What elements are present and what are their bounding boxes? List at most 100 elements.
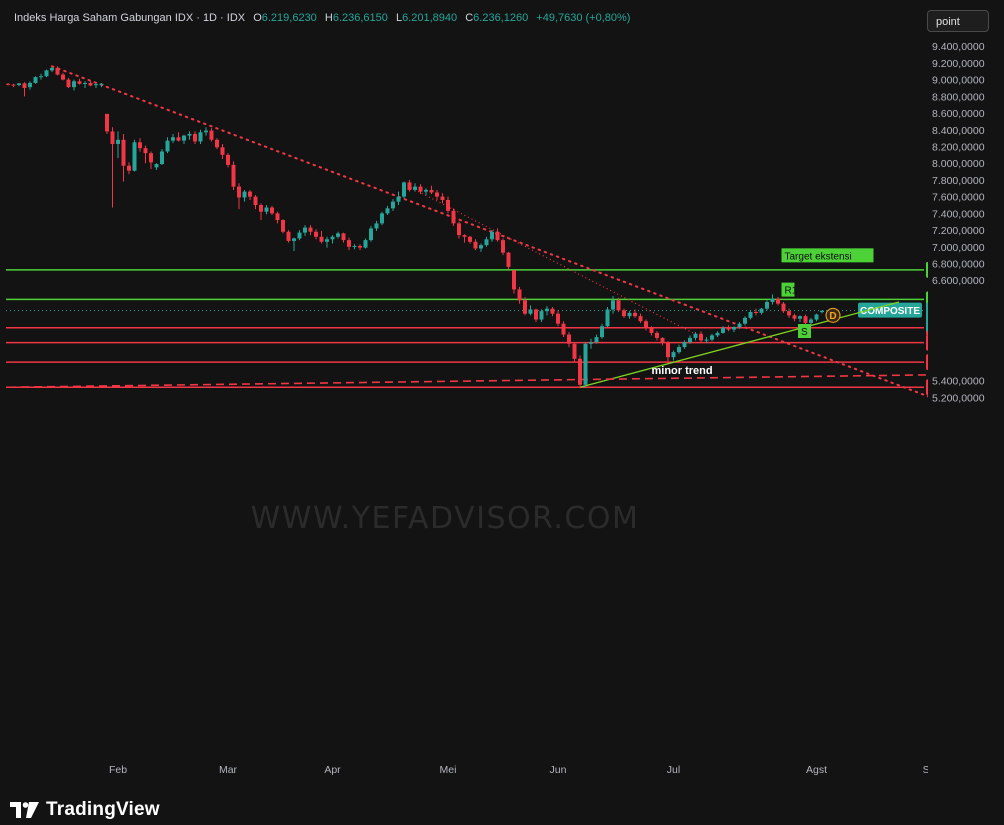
time-axis[interactable]: FebMarAprMeiJunJulAgstSep bbox=[109, 764, 942, 776]
candle bbox=[286, 230, 291, 243]
candle-body bbox=[572, 343, 577, 359]
candle bbox=[792, 313, 797, 322]
annotation-minor-trend: minor trend bbox=[652, 365, 713, 377]
candle bbox=[363, 238, 368, 249]
price-tick-label: 7.600,0000 bbox=[932, 192, 985, 204]
candle bbox=[303, 225, 307, 236]
candle-body bbox=[193, 133, 197, 142]
candle-body bbox=[61, 74, 65, 80]
candle-body bbox=[490, 231, 494, 240]
candle bbox=[407, 179, 412, 192]
candle-body bbox=[77, 81, 82, 84]
candle-body bbox=[358, 245, 362, 248]
candle-body bbox=[671, 352, 676, 358]
candle bbox=[264, 205, 269, 215]
candle bbox=[396, 191, 401, 205]
candle bbox=[358, 244, 362, 251]
price-tick-label: 8.400,0000 bbox=[932, 125, 985, 137]
price-axis[interactable]: 9.400,0000 9.200,0000 9.000,0000 8.800,0000… bbox=[928, 0, 1004, 790]
scale-mode-button[interactable]: point bbox=[927, 10, 989, 32]
candlestick-chart[interactable]: WWW.YEFADVISOR.COM 6.723,43176.371,60186… bbox=[0, 0, 1004, 825]
candle bbox=[666, 341, 670, 362]
candle bbox=[655, 331, 659, 341]
candle bbox=[17, 82, 21, 87]
candle-body bbox=[99, 83, 104, 85]
candle bbox=[534, 308, 538, 323]
candle-body bbox=[424, 189, 428, 192]
candle bbox=[116, 131, 120, 159]
candle-body bbox=[292, 238, 296, 241]
candle bbox=[33, 76, 38, 84]
candle bbox=[693, 332, 698, 341]
candle bbox=[165, 137, 170, 154]
candle bbox=[561, 321, 566, 338]
candle bbox=[121, 133, 126, 182]
price-tick-label: 5.200,0000 bbox=[932, 392, 985, 404]
candle-body bbox=[44, 70, 49, 77]
candle bbox=[220, 143, 225, 160]
candle-body bbox=[677, 347, 681, 353]
candle-body bbox=[281, 220, 285, 232]
candle-body bbox=[781, 303, 786, 312]
candle bbox=[231, 161, 236, 190]
candle bbox=[215, 138, 219, 149]
candle-body bbox=[693, 333, 698, 338]
candle-body bbox=[83, 82, 87, 84]
candle bbox=[633, 309, 637, 318]
price-tick-label: 9.000,0000 bbox=[932, 75, 985, 87]
candle-body bbox=[627, 312, 632, 317]
candle-body bbox=[28, 82, 32, 88]
candle bbox=[160, 148, 164, 165]
candle-body bbox=[55, 67, 60, 75]
price-tick-label: 9.400,0000 bbox=[932, 41, 985, 53]
time-tick-label: Feb bbox=[109, 764, 127, 776]
candle-body bbox=[231, 164, 236, 187]
candle bbox=[627, 311, 632, 319]
candle bbox=[55, 66, 60, 76]
candle bbox=[556, 310, 560, 327]
candle bbox=[253, 194, 258, 210]
candle bbox=[149, 151, 153, 170]
candle-body bbox=[759, 308, 764, 313]
symbol-header: Indeks Harga Saham Gabungan IDX · 1D · I… bbox=[14, 12, 630, 24]
candle bbox=[83, 81, 87, 88]
candle-body bbox=[94, 84, 98, 86]
candle bbox=[88, 81, 93, 87]
candle-body bbox=[737, 323, 742, 328]
candle bbox=[72, 79, 76, 91]
candle bbox=[545, 306, 549, 316]
candle-body bbox=[446, 199, 450, 211]
candle-body bbox=[66, 79, 71, 88]
candle-body bbox=[517, 289, 522, 301]
candle bbox=[352, 244, 357, 250]
candle-body bbox=[391, 201, 395, 209]
candle bbox=[61, 72, 65, 81]
candle-body bbox=[182, 135, 186, 141]
candle-body bbox=[341, 233, 346, 241]
candle-body bbox=[215, 139, 219, 148]
candle bbox=[743, 316, 747, 326]
candle bbox=[402, 181, 406, 199]
candle-body bbox=[583, 343, 588, 385]
candle-body bbox=[704, 339, 709, 341]
candle-body bbox=[809, 319, 813, 323]
candle bbox=[638, 313, 643, 323]
candle bbox=[385, 205, 390, 216]
candle bbox=[671, 350, 676, 361]
candle-body bbox=[616, 300, 621, 311]
candle bbox=[660, 337, 665, 346]
candle bbox=[776, 296, 780, 306]
candle bbox=[374, 220, 379, 231]
candle bbox=[66, 77, 71, 88]
candle-body bbox=[297, 232, 302, 239]
candle bbox=[369, 225, 373, 242]
candle-body bbox=[468, 236, 472, 242]
low-value: 6.201,8940 bbox=[402, 12, 458, 24]
candle-body bbox=[171, 137, 175, 141]
candle-body bbox=[633, 312, 637, 317]
candle-body bbox=[666, 342, 670, 358]
candle-body bbox=[204, 130, 208, 133]
candle-body bbox=[165, 140, 170, 152]
candle-body bbox=[121, 139, 126, 166]
candle bbox=[528, 305, 533, 316]
